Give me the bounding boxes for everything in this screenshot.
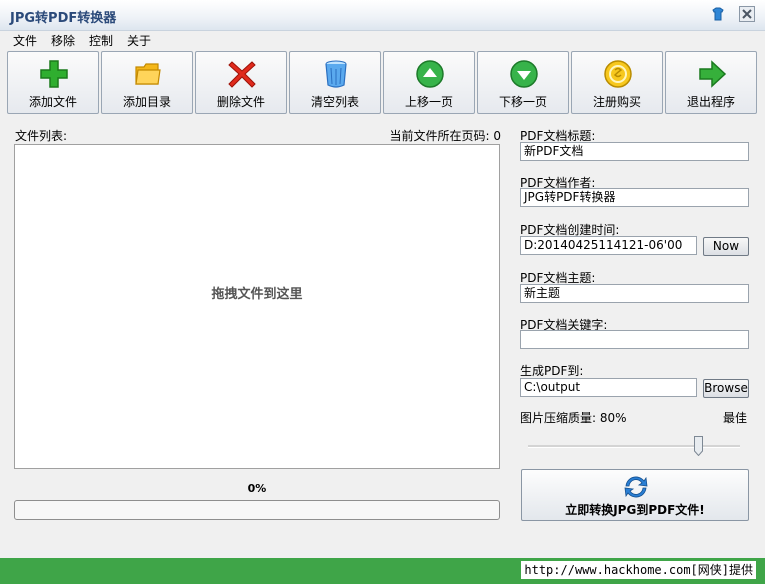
pdf-created-input[interactable]: D:20140425114121-06'00	[520, 236, 697, 255]
convert-button-label: 立即转换JPG到PDF文件!	[565, 503, 705, 517]
menu-file[interactable]: 文件	[13, 32, 37, 49]
convert-refresh-icon	[624, 476, 648, 498]
pdf-author-input[interactable]: JPG转PDF转换器	[520, 188, 749, 207]
current-page-label: 当前文件所在页码: 0	[389, 129, 502, 143]
trash-bin-icon	[325, 60, 347, 88]
quality-best-label: 最佳	[723, 411, 748, 425]
arrow-down-icon	[510, 60, 538, 88]
clear-list-label: 清空列表	[310, 95, 359, 109]
exit-arrow-icon	[699, 60, 727, 88]
register-buy-label: 注册购买	[592, 95, 641, 109]
status-bar: http://www.hackhome.com[网侠]提供	[0, 558, 765, 584]
add-plus-icon	[40, 60, 68, 88]
status-text: http://www.hackhome.com[网侠]提供	[521, 561, 756, 579]
exit-button[interactable]: 退出程序	[665, 51, 757, 114]
delete-file-label: 删除文件	[216, 95, 265, 109]
move-up-button[interactable]: 上移一页	[383, 51, 475, 114]
quality-label: 图片压缩质量: 80%	[520, 411, 627, 425]
close-icon[interactable]	[739, 6, 755, 22]
now-button[interactable]: Now	[703, 237, 749, 256]
browse-button[interactable]: Browse	[703, 379, 749, 398]
add-file-button[interactable]: 添加文件	[7, 51, 99, 114]
quality-slider-track[interactable]	[528, 445, 740, 448]
move-up-label: 上移一页	[404, 95, 453, 109]
menu-remove[interactable]: 移除	[51, 32, 75, 49]
progress-bar	[14, 500, 500, 520]
toolbar: 添加文件 添加目录 删除文件 清空列表 上移一页 下移一页 注册购买 退出程序	[7, 51, 759, 115]
move-down-label: 下移一页	[498, 95, 547, 109]
title-bar: JPG转PDF转换器	[0, 0, 765, 31]
file-list[interactable]: 拖拽文件到这里	[14, 144, 500, 469]
quality-slider-thumb[interactable]	[694, 436, 703, 457]
arrow-up-icon	[416, 60, 444, 88]
move-down-button[interactable]: 下移一页	[477, 51, 569, 114]
drop-hint: 拖拽文件到这里	[211, 287, 303, 302]
delete-file-button[interactable]: 删除文件	[195, 51, 287, 114]
pdf-subject-input[interactable]: 新主题	[520, 284, 749, 303]
window-title: JPG转PDF转换器	[10, 11, 117, 26]
delete-x-icon	[228, 61, 256, 88]
menu-about[interactable]: 关于	[127, 32, 151, 49]
clear-list-button[interactable]: 清空列表	[289, 51, 381, 114]
skin-icon[interactable]	[710, 6, 726, 22]
output-path-input[interactable]: C:\output	[520, 378, 697, 397]
convert-button[interactable]: 立即转换JPG到PDF文件!	[521, 469, 749, 521]
add-folder-label: 添加目录	[122, 95, 171, 109]
menu-bar: 文件 移除 控制 关于	[0, 30, 765, 50]
pdf-keywords-input[interactable]	[520, 330, 749, 349]
coin-icon	[604, 60, 632, 88]
menu-control[interactable]: 控制	[89, 32, 113, 49]
pdf-title-input[interactable]: 新PDF文档	[520, 142, 749, 161]
add-folder-button[interactable]: 添加目录	[101, 51, 193, 114]
folder-icon	[135, 63, 161, 85]
add-file-label: 添加文件	[28, 95, 77, 109]
progress-percent: 0%	[247, 482, 267, 495]
exit-label: 退出程序	[686, 95, 735, 109]
output-path-label: 生成PDF到:	[520, 364, 584, 378]
file-list-label: 文件列表:	[15, 129, 68, 143]
register-buy-button[interactable]: 注册购买	[571, 51, 663, 114]
